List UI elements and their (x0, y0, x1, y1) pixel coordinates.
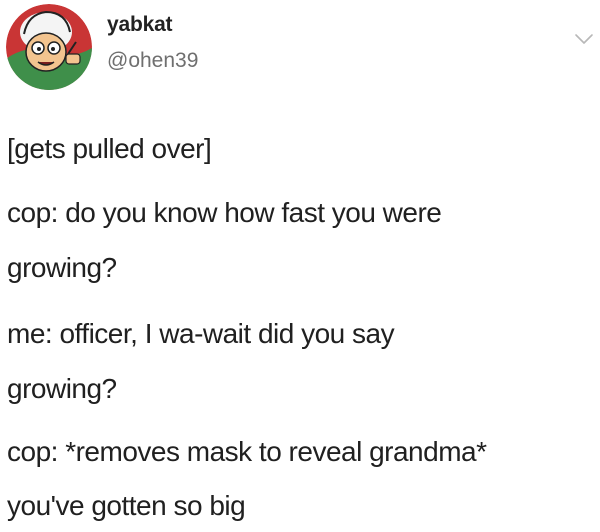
chevron-down-icon (575, 34, 593, 44)
tweet-text-line: cop: *removes mask to reveal grandma* (7, 436, 487, 467)
tweet-text-line: cop: do you know how fast you were (7, 197, 442, 228)
tweet-text-line: [gets pulled over] (7, 133, 212, 164)
avatar[interactable] (6, 4, 92, 90)
tweet-card: yabkat @ohen39 [gets pulled over] cop: d… (0, 0, 600, 532)
display-name[interactable]: yabkat (107, 13, 173, 37)
tweet-menu-button[interactable] (573, 31, 595, 47)
tweet-text-line: you've gotten so big (7, 490, 246, 521)
user-handle[interactable]: @ohen39 (107, 49, 198, 73)
tweet-text-line: growing? (7, 252, 117, 283)
tweet-text-line: growing? (7, 373, 117, 404)
cartoon-avatar-icon (6, 4, 92, 90)
tweet-text-line: me: officer, I wa-wait did you say (7, 318, 395, 349)
